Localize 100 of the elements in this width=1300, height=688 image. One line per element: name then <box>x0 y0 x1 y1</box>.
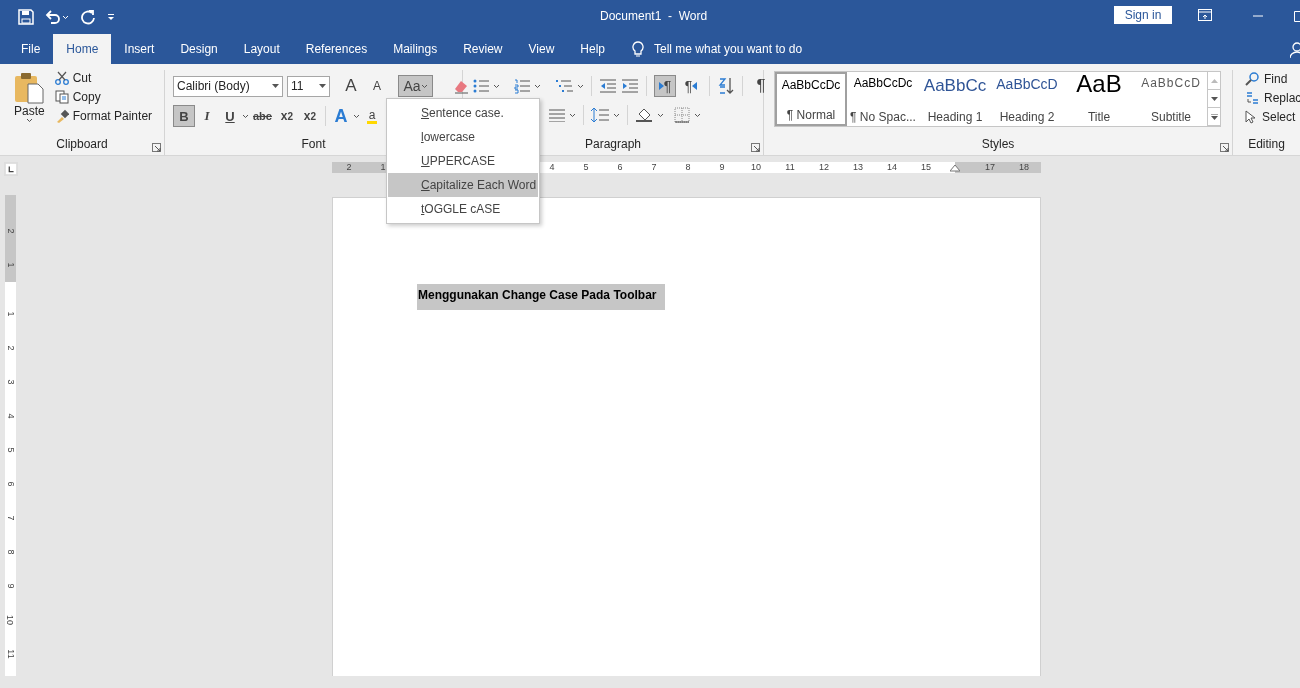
style-name: ¶ Normal <box>786 108 836 122</box>
change-case-button[interactable]: Aa <box>398 75 433 97</box>
window-title: Document1 - Word <box>600 9 708 23</box>
style-name: ¶ No Spac... <box>850 110 916 124</box>
ribbon-tab[interactable]: Layout <box>230 33 293 64</box>
shrink-font-button[interactable]: A <box>366 75 388 97</box>
left-to-right-button[interactable]: ¶ <box>654 75 676 97</box>
redo-icon[interactable] <box>80 8 96 25</box>
menu-item[interactable]: Sentence case. <box>388 101 538 125</box>
caret-icon[interactable] <box>569 112 576 118</box>
find-button[interactable]: Find <box>1245 72 1300 86</box>
menu-item[interactable]: Capitalize Each Word <box>388 173 538 197</box>
increase-indent-icon[interactable] <box>621 79 639 93</box>
ruler-number: 14 <box>886 162 898 173</box>
caret-icon[interactable] <box>577 83 584 89</box>
style-preview: AaBbCcDc <box>781 78 841 92</box>
style-name: Heading 2 <box>999 110 1055 124</box>
grow-font-button[interactable]: A <box>340 75 362 97</box>
caret-icon[interactable] <box>613 112 620 118</box>
bullets-icon[interactable] <box>473 78 489 94</box>
strikethrough-button[interactable]: abc <box>250 105 275 127</box>
menu-item[interactable]: tOGGLE cASE <box>388 197 538 221</box>
bold-button[interactable]: B <box>173 105 195 127</box>
copy-button[interactable]: Copy <box>54 90 153 104</box>
cursor-icon <box>1245 110 1257 124</box>
borders-icon[interactable] <box>674 107 690 123</box>
ribbon-tab[interactable]: File <box>8 33 54 64</box>
ribbon-tab[interactable]: References <box>292 33 381 64</box>
caret-icon[interactable] <box>657 112 664 118</box>
triangle-icon <box>692 82 698 90</box>
undo-icon[interactable] <box>44 8 70 25</box>
ruler-number: 18 <box>1018 162 1030 173</box>
select-button[interactable]: Select <box>1245 110 1300 124</box>
clipboard-icon <box>14 72 45 104</box>
multilevel-list-icon[interactable] <box>555 78 573 94</box>
caret-icon[interactable] <box>352 113 360 119</box>
style-name: Heading 1 <box>927 110 983 124</box>
ribbon-tab[interactable]: View <box>515 33 568 64</box>
ruler-number: 4 <box>5 413 16 419</box>
ruler-number: 6 <box>5 481 16 487</box>
customize-icon[interactable] <box>106 11 116 22</box>
triangle-icon <box>658 82 664 90</box>
highlight-button[interactable]: a <box>360 105 383 127</box>
tab-selector-icon[interactable] <box>4 162 18 176</box>
ruler-number: 1 <box>5 311 16 317</box>
ribbon-tab[interactable]: Home <box>53 34 112 64</box>
indent-marker-icon[interactable] <box>950 165 960 173</box>
dropdown-arrow-icon[interactable] <box>319 84 326 88</box>
paint-bucket-icon[interactable] <box>635 107 653 123</box>
group-label: Clipboard <box>55 137 109 153</box>
save-icon[interactable] <box>18 8 34 25</box>
person-icon[interactable] <box>1290 42 1300 58</box>
font-size-field[interactable]: 11 <box>287 75 330 97</box>
ruler-number: 7 <box>650 162 658 173</box>
maximize-icon[interactable] <box>1294 10 1300 22</box>
eraser-icon[interactable] <box>453 78 469 94</box>
ruler-number: 2 <box>5 228 16 234</box>
dropdown-arrow-icon[interactable] <box>272 84 279 88</box>
show-formatting-marks-button[interactable]: ¶ <box>750 75 772 97</box>
caret-icon[interactable] <box>420 83 428 89</box>
menu-item[interactable]: lowercase <box>388 125 538 149</box>
dialog-launcher-icon[interactable] <box>152 143 161 152</box>
ribbon-tab[interactable]: Review <box>450 33 516 64</box>
underline-button[interactable]: U <box>219 105 241 127</box>
line-spacing-icon[interactable] <box>591 107 609 123</box>
right-to-left-button[interactable]: ¶ <box>680 75 702 97</box>
style-preview: AaBbCcD <box>996 76 1058 92</box>
ruler-number: 5 <box>582 162 590 173</box>
ruler-number: 10 <box>750 162 762 173</box>
caret-icon[interactable] <box>25 118 33 123</box>
caret-icon[interactable] <box>493 83 500 89</box>
cut-button[interactable]: Cut <box>54 71 153 85</box>
ribbon-tab[interactable]: Design <box>167 33 231 64</box>
ruler-number: 6 <box>616 162 624 173</box>
tell-me-field[interactable]: Tell me what you want to do <box>654 41 803 56</box>
ribbon-tab[interactable]: Help <box>567 33 618 64</box>
ruler-number: 11 <box>784 162 796 173</box>
scroll-down-icon[interactable] <box>1210 96 1218 101</box>
more-styles-icon[interactable] <box>1210 113 1218 120</box>
group-label: Paragraph <box>583 137 642 153</box>
sort-icon[interactable] <box>717 77 735 95</box>
style-item[interactable]: AaBbCcDc ¶ Normal <box>775 72 847 126</box>
ruler-number: 7 <box>5 515 16 521</box>
paste-button[interactable]: Paste <box>10 70 49 137</box>
dialog-launcher-icon[interactable] <box>1220 143 1229 152</box>
font-name-field[interactable]: Calibri (Body) <box>173 75 283 97</box>
ribbon-tab[interactable]: Insert <box>111 33 168 64</box>
caret-icon[interactable] <box>242 113 249 119</box>
caret-icon[interactable] <box>694 112 701 118</box>
ribbon-display-icon[interactable] <box>1198 9 1212 21</box>
ruler-number: 2 <box>5 345 16 351</box>
caret-icon[interactable] <box>534 83 541 89</box>
italic-button[interactable]: I <box>196 105 218 127</box>
text-effects-button[interactable]: A <box>329 105 352 127</box>
sign-in-button[interactable]: Sign in <box>1114 6 1172 24</box>
format-painter-button[interactable]: Format Painter <box>54 109 153 123</box>
ribbon-tab[interactable]: Mailings <box>380 33 451 64</box>
decrease-indent-icon[interactable] <box>599 79 617 93</box>
dialog-launcher-icon[interactable] <box>751 143 760 152</box>
lightbulb-icon <box>632 40 644 57</box>
